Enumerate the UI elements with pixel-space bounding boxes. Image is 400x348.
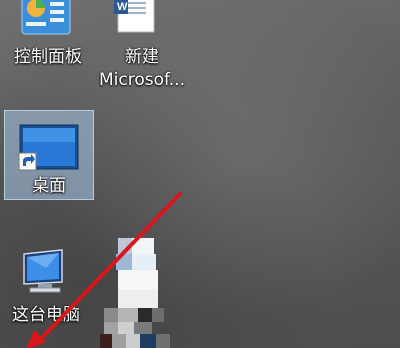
annotation-arrow xyxy=(26,192,182,348)
desktop-background: 控制面板 W 新建 Microsof... 桌面 这台电脑 xyxy=(0,0,400,348)
